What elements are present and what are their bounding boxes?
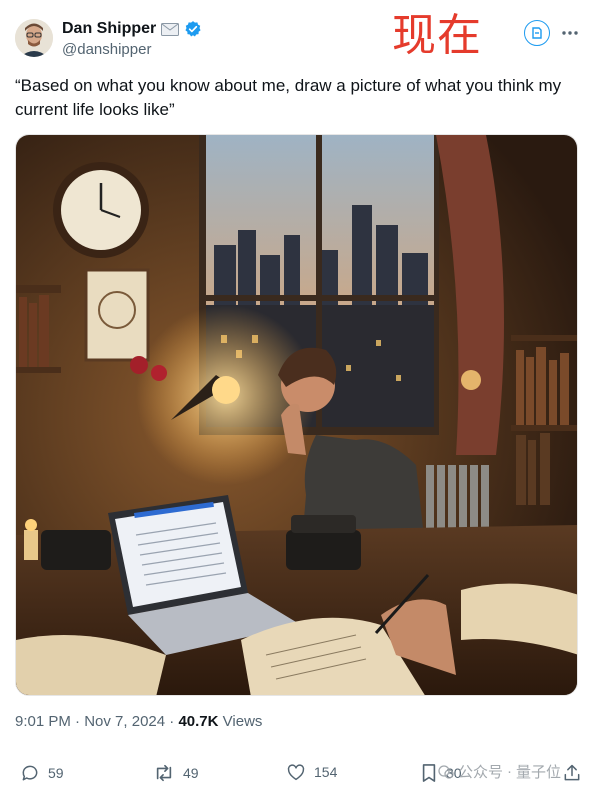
bookmark-icon [422, 764, 436, 782]
repost-count: 49 [183, 765, 199, 781]
author-name-row[interactable]: Dan Shipper [62, 20, 202, 38]
reply-icon [22, 765, 38, 781]
meta-separator: · [75, 713, 81, 730]
repost-icon [156, 764, 172, 782]
watermark: 公众号 · 量子位 [438, 761, 561, 782]
tweet-meta: 9:01 PM · Nov 7, 2024 · 40.7K Views [15, 713, 262, 730]
tweet-date[interactable]: Nov 7, 2024 [84, 713, 165, 730]
views-count: 40.7K [178, 713, 219, 730]
views-label: Views [222, 713, 263, 730]
tweet-time[interactable]: 9:01 PM [15, 713, 71, 730]
repost-button[interactable]: 49 [153, 763, 199, 783]
watermark-source: 公众号 [458, 764, 504, 781]
more-options-button[interactable] [561, 25, 579, 41]
overlay-label: 现在 [392, 10, 482, 61]
reply-button[interactable]: 59 [20, 763, 64, 783]
watermark-brand: 量子位 [516, 764, 562, 781]
share-icon [564, 764, 580, 781]
grok-button[interactable] [524, 20, 550, 46]
heart-icon [287, 764, 305, 781]
mail-icon [161, 22, 180, 36]
reply-count: 59 [48, 765, 64, 781]
author-name[interactable]: Dan Shipper [62, 20, 156, 38]
like-button[interactable]: 154 [286, 763, 337, 781]
author-handle[interactable]: @danshipper [62, 41, 151, 58]
illustration-study-room [16, 135, 577, 695]
grok-icon [532, 27, 542, 39]
like-count: 154 [314, 764, 338, 780]
avatar[interactable] [15, 19, 53, 57]
wechat-icon [438, 764, 454, 779]
share-button[interactable] [562, 763, 582, 783]
more-icon [562, 31, 578, 35]
tweet-image[interactable] [15, 134, 578, 696]
avatar-image [15, 19, 53, 57]
tweet-text: “Based on what you know about me, draw a… [15, 76, 562, 119]
meta-separator: · [169, 713, 175, 730]
verified-icon [184, 20, 202, 38]
watermark-separator: · [507, 763, 513, 780]
